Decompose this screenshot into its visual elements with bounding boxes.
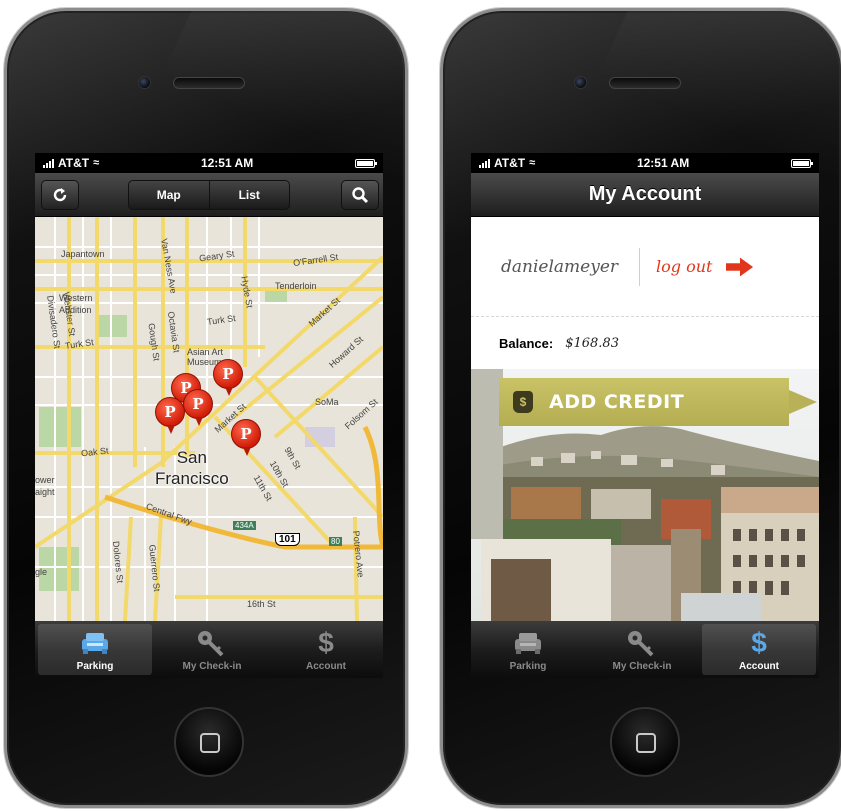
map-city-label: San Francisco — [155, 447, 229, 489]
label-tenderloin: Tenderloin — [275, 281, 317, 291]
label-soma: SoMa — [315, 397, 339, 407]
signal-icon — [479, 158, 490, 168]
hwy-101-shield: 101 — [275, 533, 300, 546]
map-list-segmented-control: Map List — [128, 179, 290, 210]
car-icon — [77, 628, 113, 658]
battery-icon — [791, 158, 813, 168]
tab-label: My Check-in — [182, 661, 242, 672]
refresh-icon — [53, 188, 67, 202]
balance-row: Balance: $168.83 — [471, 317, 819, 369]
tab-label: Account — [739, 661, 779, 672]
label-haight: aight — [35, 487, 55, 497]
balance-label: Balance: — [499, 335, 554, 351]
add-credit-button[interactable]: $ ADD CREDIT — [499, 378, 817, 426]
arrow-right-icon[interactable] — [726, 257, 754, 277]
tab-my-check-in[interactable]: My Check-in — [155, 621, 269, 678]
map-streets — [35, 217, 383, 621]
label-gle: gle — [35, 567, 48, 577]
phone-left: AT&T ≈ 12:51 AM Map List Japantown Geary… — [4, 8, 408, 808]
user-row: danielameyer log out — [471, 217, 819, 317]
label-japantown: Japantown — [61, 249, 105, 259]
refresh-button[interactable] — [41, 180, 79, 210]
my-account-screen: AT&T ≈ 12:51 AM My Account danielameyer … — [471, 153, 819, 678]
battery-icon — [355, 158, 377, 168]
label-16th: 16th St — [247, 599, 276, 609]
logout-link[interactable]: log out — [656, 257, 712, 276]
key-icon — [194, 628, 230, 658]
city-name-line-2: Francisco — [155, 469, 229, 488]
segment-map[interactable]: Map — [129, 181, 209, 209]
dollar-icon: $ — [318, 627, 334, 658]
earpiece-speaker — [173, 77, 245, 89]
status-time: 12:51 AM — [636, 156, 690, 170]
status-bar: AT&T ≈ 12:51 AM — [471, 153, 819, 173]
page-title: My Account — [588, 183, 702, 205]
wifi-icon: ≈ — [529, 157, 536, 169]
tab-account[interactable]: $ Account — [702, 624, 816, 675]
car-icon — [510, 628, 546, 658]
signal-icon — [43, 158, 54, 168]
carrier-label: AT&T — [494, 156, 526, 170]
parking-map-screen: AT&T ≈ 12:51 AM Map List Japantown Geary… — [35, 153, 383, 678]
add-credit-label: ADD CREDIT — [549, 391, 685, 413]
tab-bar: Parking My Check-in $ Account — [471, 621, 819, 678]
home-button[interactable] — [174, 707, 244, 777]
wifi-icon: ≈ — [93, 157, 100, 169]
parking-pin[interactable]: P — [183, 389, 213, 426]
tab-label: Parking — [509, 661, 547, 672]
phone-right: AT&T ≈ 12:51 AM My Account danielameyer … — [440, 8, 841, 808]
key-icon — [624, 628, 660, 658]
nav-bar: Map List — [35, 173, 383, 217]
search-button[interactable] — [341, 180, 379, 210]
nav-bar: My Account — [471, 173, 819, 217]
front-camera-icon — [574, 76, 587, 89]
account-panel: danielameyer log out Balance: $168.83 $ … — [471, 217, 819, 621]
front-camera-icon — [138, 76, 151, 89]
tab-parking[interactable]: Parking — [38, 624, 152, 675]
i80-shield: 80 — [329, 537, 342, 546]
home-button[interactable] — [610, 707, 680, 777]
parking-pin[interactable]: P — [213, 359, 243, 396]
label-asian-art: Asian Art — [187, 347, 224, 357]
tab-my-check-in[interactable]: My Check-in — [585, 621, 699, 678]
username: danielameyer — [501, 256, 619, 277]
tab-label: My Check-in — [612, 661, 672, 672]
segment-list[interactable]: List — [208, 180, 290, 209]
hwy-434a-shield: 434A — [233, 521, 256, 530]
tab-account[interactable]: $ Account — [269, 621, 383, 678]
status-bar: AT&T ≈ 12:51 AM — [35, 153, 383, 173]
city-name-line-1: San — [176, 448, 207, 467]
stage: AT&T ≈ 12:51 AM Map List Japantown Geary… — [0, 0, 841, 811]
earpiece-speaker — [609, 77, 681, 89]
search-icon — [352, 187, 369, 204]
tab-bar: Parking My Check-in $ Account — [35, 621, 383, 678]
tab-label: Account — [306, 661, 346, 672]
tab-parking[interactable]: Parking — [471, 621, 585, 678]
divider — [639, 247, 640, 286]
parking-pin[interactable]: P — [155, 397, 185, 434]
dollar-icon: $ — [751, 627, 767, 658]
carrier-label: AT&T — [58, 156, 90, 170]
label-lower: ower — [35, 475, 55, 485]
status-time: 12:51 AM — [200, 156, 254, 170]
money-bag-icon: $ — [513, 391, 533, 413]
balance-value: $168.83 — [565, 335, 619, 351]
tab-label: Parking — [76, 661, 114, 672]
parking-map[interactable]: Japantown Geary St O'Farrell St Tenderlo… — [35, 217, 383, 621]
parking-pin[interactable]: P — [231, 419, 261, 456]
